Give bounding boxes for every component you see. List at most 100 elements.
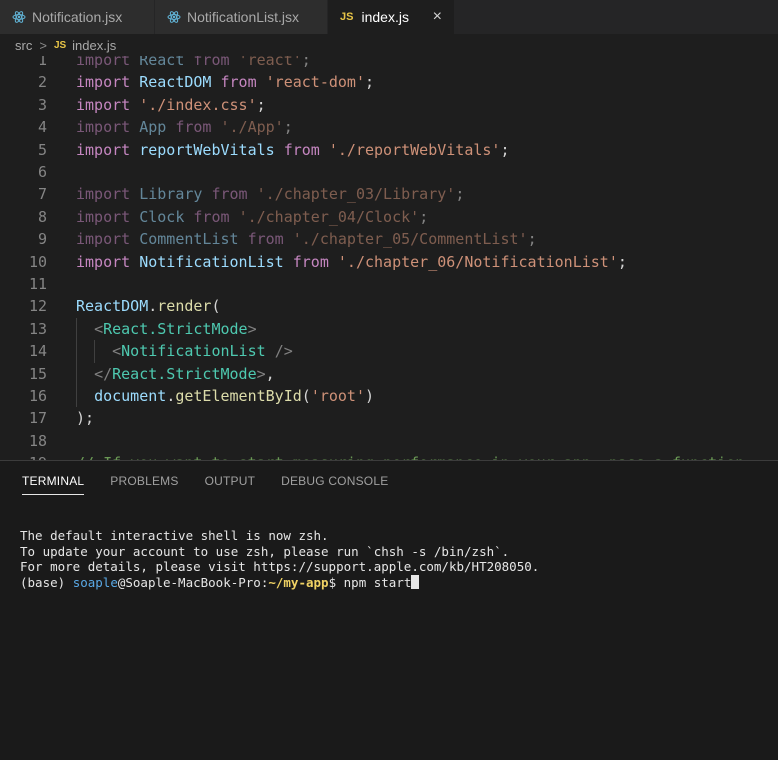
line-number: 18 [28,431,47,450]
code-line[interactable]: 4 import App from './App'; [0,116,778,138]
code-token: from [292,252,329,271]
prompt-path: ~/my-app [268,574,329,590]
code-token: from [175,118,212,137]
tab-label: index.js [361,9,409,25]
code-text: import React from 'react'; [76,56,311,69]
tab-notification-jsx[interactable]: Notification.jsx [0,0,155,34]
code-token: from [211,185,248,204]
code-line[interactable]: 2 import ReactDOM from 'react-dom'; [0,71,778,93]
tab-output[interactable]: OUTPUT [205,461,256,501]
code-token: import [76,185,131,204]
code-token: './chapter_05/CommentList' [292,230,528,249]
code-line[interactable]: 10 import NotificationList from './chapte… [0,251,778,273]
indent-guide [76,317,77,408]
code-token: './chapter_06/NotificationList' [337,252,618,271]
code-line[interactable]: 9 import CommentList from './chapter_05/C… [0,228,778,250]
indent-guide [94,340,95,363]
line-number: 16 [28,387,47,405]
code-line[interactable]: 3 import './index.css'; [0,94,778,116]
tab-notificationlist-jsx[interactable]: NotificationList.jsx [155,0,328,34]
js-icon: JS [53,39,67,51]
code-text: document.getElementById('root') [76,387,374,405]
code-token: ; [283,118,293,137]
code-text: </React.StrictMode>, [76,365,275,383]
code-line[interactable]: 15 </React.StrictMode>, [0,363,778,385]
line-number: 10 [28,252,47,271]
code-editor[interactable]: 1 import React from 'react'; 2 import React… [0,56,778,460]
react-icon [167,11,181,23]
breadcrumb-folder[interactable]: src [15,38,32,53]
code-line[interactable]: 16 document.getElementById('root') [0,385,778,407]
code-token: ReactDOM [76,297,149,316]
code-token: ; [500,140,510,159]
code-line[interactable]: 13 <React.StrictMode> [0,318,778,340]
code-token: './reportWebVitals' [328,140,501,159]
code-token: </ [94,364,113,383]
code-text: ); [76,409,94,427]
code-line[interactable]: 18 [0,430,778,452]
code-token: NotificationList [139,252,284,271]
code-token: import [76,95,131,114]
terminal-line: For more details, please visit https://s… [20,559,540,574]
code-token: import [76,118,131,137]
code-text: ReactDOM.render( [76,297,221,315]
tab-debug-console[interactable]: DEBUG CONSOLE [281,461,388,501]
code-token: React.StrictMode [103,319,248,338]
code-text: import Library from './chapter_03/Librar… [76,185,464,203]
code-line[interactable]: 7 import Library from './chapter_03/Libra… [0,183,778,205]
line-number: 4 [37,118,47,137]
code-line[interactable]: 17); [0,407,778,429]
code-line[interactable]: 5 import reportWebVitals from './reportWe… [0,139,778,161]
terminal-output[interactable]: The default interactive shell is now zsh… [20,528,539,590]
breadcrumb-file[interactable]: index.js [72,38,116,53]
code-token: ; [256,95,266,114]
code-token: . [166,387,176,405]
code-token: from [283,140,320,159]
code-token: from [193,207,230,226]
code-line[interactable]: 6 [0,161,778,183]
code-line[interactable]: 8 import Clock from './chapter_04/Clock'; [0,206,778,228]
code-token: './chapter_04/Clock' [238,207,420,226]
tab-problems[interactable]: PROBLEMS [110,461,178,501]
code-line[interactable]: 14 <NotificationList /> [0,340,778,362]
breadcrumb: src > JS index.js [0,34,778,56]
code-token: ); [76,409,95,428]
line-number: 8 [37,207,47,226]
code-line[interactable]: 12 ReactDOM.render( [0,295,778,317]
prompt-user: soaple [72,574,118,590]
line-number: 13 [28,319,47,338]
close-icon[interactable]: × [423,8,442,26]
code-token: ReactDOM [139,73,212,92]
code-token: ; [301,56,311,69]
code-line[interactable]: 11 [0,273,778,295]
line-number: 14 [28,342,47,361]
code-token: document [94,387,167,405]
code-token: < [94,319,104,338]
code-token: App [139,118,167,137]
terminal-cursor [411,574,420,589]
code-token: ; [527,230,537,249]
js-icon: JS [340,11,354,23]
code-line[interactable]: 1 import React from 'react'; [0,56,778,71]
tab-terminal[interactable]: TERMINAL [22,461,85,501]
line-number: 7 [37,185,47,204]
line-number: 9 [37,230,47,249]
code-token: import [76,140,131,159]
tab-index-js[interactable]: JS index.js × [328,0,455,34]
code-token: CommentList [139,230,239,249]
terminal-command: npm start [343,574,412,590]
terminal-line: To update your account to use zsh, pleas… [20,543,510,559]
code-line[interactable]: 19// If you want to start measuring perf… [0,452,778,460]
code-text: import Clock from './chapter_04/Clock'; [76,208,428,226]
code-token: ; [617,252,627,271]
